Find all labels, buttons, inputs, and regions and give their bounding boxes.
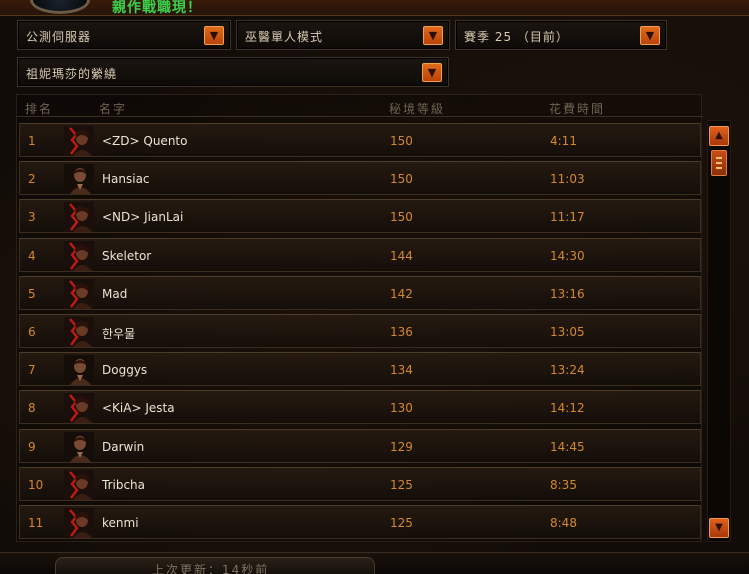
banner-text: 親作戰職現！ [112,0,202,16]
player-name[interactable]: <ND> JianLai [102,210,183,224]
player-name[interactable]: Darwin [102,440,144,454]
rift-level-cell: 150 [390,210,413,224]
rank-cell: 7 [28,363,36,377]
table-header: 排名 名字 秘境等級 花費時間 [17,99,703,117]
rift-level-cell: 134 [390,363,413,377]
rank-cell: 1 [28,134,36,148]
class-mode-dropdown[interactable]: 巫醫單人模式 ▼ [236,20,450,50]
server-dropdown-label: 公測伺服器 [26,30,92,44]
leaderboard-table: 排名 名字 秘境等級 花費時間 1 <ZD> Quento 150 4:11 2 Hans… [16,94,703,542]
time-cell: 14:30 [550,249,585,263]
player-portrait-icon [64,393,94,423]
leaderboard-dropdown-label: 祖妮瑪莎的縈繞 [26,67,118,81]
rift-level-cell: 142 [390,287,413,301]
arrow-up-icon[interactable]: ▲ [709,126,729,146]
rank-cell: 9 [28,440,36,454]
banner-emblem [30,0,90,14]
scrollbar-thumb[interactable] [711,150,727,176]
player-name[interactable]: Skeletor [102,249,151,263]
top-banner: 親作戰職現！ [0,0,749,16]
table-row[interactable]: 6 한우물 136 13:05 [19,314,701,348]
time-cell: 14:45 [550,440,585,454]
header-rift-level[interactable]: 秘境等級 [389,100,445,117]
player-name[interactable]: <ZD> Quento [102,134,187,148]
table-row[interactable]: 10 Tribcha 125 8:35 [19,467,701,501]
server-dropdown[interactable]: 公測伺服器 ▼ [17,20,231,50]
rift-level-cell: 136 [390,325,413,339]
table-row[interactable]: 11 kenmi 125 8:48 [19,505,701,539]
time-cell: 13:16 [550,287,585,301]
rift-level-cell: 125 [390,478,413,492]
rift-level-cell: 144 [390,249,413,263]
player-name[interactable]: Mad [102,287,127,301]
time-cell: 13:05 [550,325,585,339]
player-portrait-icon [64,508,94,538]
rift-level-cell: 150 [390,172,413,186]
player-portrait-icon [64,470,94,500]
footer: 上次更新：14秒前 [0,552,749,574]
player-portrait-icon [64,279,94,309]
chevron-down-icon[interactable]: ▼ [204,26,224,45]
table-row[interactable]: 1 <ZD> Quento 150 4:11 [19,123,701,157]
header-time-spent[interactable]: 花費時間 [549,100,605,117]
rank-cell: 2 [28,172,36,186]
player-name[interactable]: Doggys [102,363,147,377]
last-updated-text: 上次更新：14秒前 [152,563,270,574]
rank-cell: 8 [28,401,36,415]
season-dropdown[interactable]: 賽季 25 （目前） ▼ [455,20,667,50]
player-name[interactable]: <KiA> Jesta [102,401,175,415]
rank-cell: 3 [28,210,36,224]
rank-cell: 6 [28,325,36,339]
table-row[interactable]: 8 <KiA> Jesta 130 14:12 [19,390,701,424]
time-cell: 4:11 [550,134,577,148]
rift-level-cell: 150 [390,134,413,148]
table-row[interactable]: 3 <ND> JianLai 150 11:17 [19,199,701,233]
table-row[interactable]: 2 Hansiac 150 11:03 [19,161,701,195]
player-name[interactable]: Hansiac [102,172,150,186]
player-name[interactable]: kenmi [102,516,139,530]
chevron-down-icon[interactable]: ▼ [640,26,660,45]
player-portrait-icon [64,241,94,271]
table-row[interactable]: 5 Mad 142 13:16 [19,276,701,310]
scrollbar-track[interactable] [707,120,731,542]
chevron-down-icon[interactable]: ▼ [422,63,442,82]
player-portrait-icon [64,432,94,462]
player-name[interactable]: 한우물 [102,325,135,342]
table-row[interactable]: 9 Darwin 129 14:45 [19,429,701,463]
player-portrait-icon [64,126,94,156]
season-dropdown-label: 賽季 25 （目前） [464,30,569,44]
player-portrait-icon [64,202,94,232]
player-portrait-icon [64,355,94,385]
rank-cell: 5 [28,287,36,301]
rank-cell: 11 [28,516,44,530]
rank-cell: 4 [28,249,36,263]
time-cell: 14:12 [550,401,585,415]
class-mode-dropdown-label: 巫醫單人模式 [245,30,324,44]
player-portrait-icon [64,164,94,194]
rift-level-cell: 130 [390,401,413,415]
chevron-down-icon[interactable]: ▼ [423,26,443,45]
time-cell: 8:35 [550,478,577,492]
time-cell: 8:48 [550,516,577,530]
table-row[interactable]: 4 Skeletor 144 14:30 [19,238,701,272]
table-row[interactable]: 7 Doggys 134 13:24 [19,352,701,386]
header-rank[interactable]: 排名 [25,100,53,117]
arrow-down-icon[interactable]: ▼ [709,518,729,538]
time-cell: 11:03 [550,172,585,186]
leaderboard-dropdown[interactable]: 祖妮瑪莎的縈繞 ▼ [17,57,449,87]
player-name[interactable]: Tribcha [102,478,145,492]
time-cell: 11:17 [550,210,585,224]
player-portrait-icon [64,317,94,347]
header-name[interactable]: 名字 [99,100,127,117]
rift-level-cell: 125 [390,516,413,530]
time-cell: 13:24 [550,363,585,377]
rank-cell: 10 [28,478,44,492]
rift-level-cell: 129 [390,440,413,454]
